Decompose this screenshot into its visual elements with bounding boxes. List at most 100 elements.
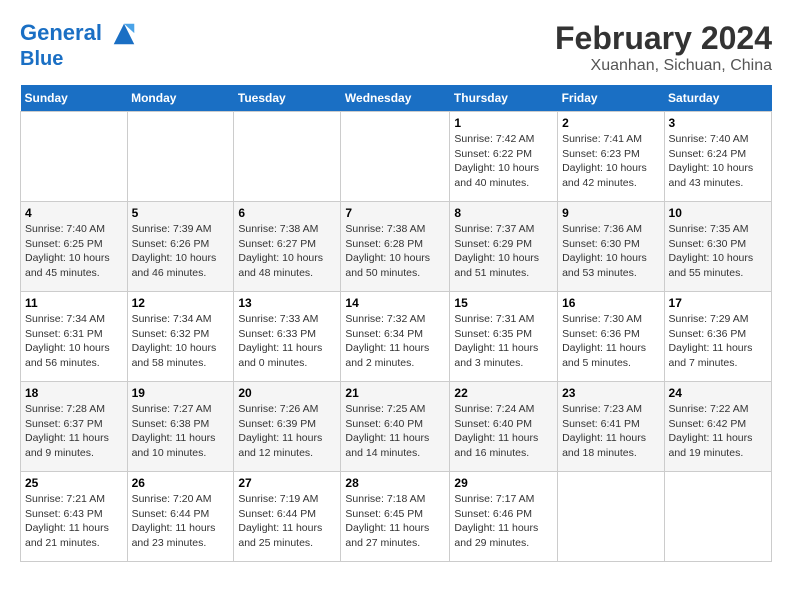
calendar-cell: [21, 112, 128, 202]
day-info: Sunrise: 7:37 AMSunset: 6:29 PMDaylight:…: [454, 222, 553, 281]
calendar-cell: 16Sunrise: 7:30 AMSunset: 6:36 PMDayligh…: [558, 292, 664, 382]
day-info: Sunrise: 7:38 AMSunset: 6:27 PMDaylight:…: [238, 222, 336, 281]
calendar-cell: 1 Sunrise: 7:42 AMSunset: 6:22 PMDaylight…: [450, 112, 558, 202]
calendar-cell: 27 Sunrise: 7:19 AMSunset: 6:44 PMDayligh…: [234, 472, 341, 562]
calendar-table: SundayMondayTuesdayWednesdayThursdayFrid…: [20, 85, 772, 562]
day-info: Sunrise: 7:32 AMSunset: 6:34 PMDaylight:…: [345, 312, 445, 371]
day-info: Sunrise: 7:25 AMSunset: 6:40 PMDaylight:…: [345, 402, 445, 461]
week-row-3: 11Sunrise: 7:34 AMSunset: 6:31 PMDayligh…: [21, 292, 772, 382]
day-info: Sunrise: 7:23 AMSunset: 6:41 PMDaylight:…: [562, 402, 659, 461]
calendar-cell: 17Sunrise: 7:29 AMSunset: 6:36 PMDayligh…: [664, 292, 771, 382]
week-row-5: 25Sunrise: 7:21 AMSunset: 6:43 PMDayligh…: [21, 472, 772, 562]
calendar-cell: 21 Sunrise: 7:25 AMSunset: 6:40 PMDayligh…: [341, 382, 450, 472]
calendar-cell: 10 Sunrise: 7:35 AMSunset: 6:30 PMDayligh…: [664, 202, 771, 292]
day-number: 2: [562, 116, 659, 130]
page-header: General Blue February 2024 Xuanhan, Sich…: [20, 20, 772, 75]
day-info: Sunrise: 7:19 AMSunset: 6:44 PMDaylight:…: [238, 492, 336, 551]
day-info: Sunrise: 7:41 AMSunset: 6:23 PMDaylight:…: [562, 132, 659, 191]
calendar-cell: [234, 112, 341, 202]
day-info: Sunrise: 7:27 AMSunset: 6:38 PMDaylight:…: [132, 402, 230, 461]
calendar-cell: 13 Sunrise: 7:33 AMSunset: 6:33 PMDayligh…: [234, 292, 341, 382]
day-number: 5: [132, 206, 230, 220]
calendar-cell: 22Sunrise: 7:24 AMSunset: 6:40 PMDayligh…: [450, 382, 558, 472]
day-number: 21: [345, 386, 445, 400]
calendar-cell: 9 Sunrise: 7:36 AMSunset: 6:30 PMDaylight…: [558, 202, 664, 292]
day-number: 6: [238, 206, 336, 220]
day-number: 23: [562, 386, 659, 400]
day-info: Sunrise: 7:18 AMSunset: 6:45 PMDaylight:…: [345, 492, 445, 551]
calendar-cell: 25Sunrise: 7:21 AMSunset: 6:43 PMDayligh…: [21, 472, 128, 562]
day-number: 20: [238, 386, 336, 400]
day-info: Sunrise: 7:30 AMSunset: 6:36 PMDaylight:…: [562, 312, 659, 371]
day-number: 28: [345, 476, 445, 490]
calendar-cell: 3Sunrise: 7:40 AMSunset: 6:24 PMDaylight…: [664, 112, 771, 202]
calendar-cell: [127, 112, 234, 202]
calendar-cell: 28 Sunrise: 7:18 AMSunset: 6:45 PMDayligh…: [341, 472, 450, 562]
day-info: Sunrise: 7:42 AMSunset: 6:22 PMDaylight:…: [454, 132, 553, 191]
day-number: 22: [454, 386, 553, 400]
calendar-cell: 15 Sunrise: 7:31 AMSunset: 6:35 PMDayligh…: [450, 292, 558, 382]
day-number: 18: [25, 386, 123, 400]
calendar-cell: 5 Sunrise: 7:39 AMSunset: 6:26 PMDaylight…: [127, 202, 234, 292]
day-number: 24: [669, 386, 767, 400]
day-info: Sunrise: 7:36 AMSunset: 6:30 PMDaylight:…: [562, 222, 659, 281]
day-header-thursday: Thursday: [450, 85, 558, 112]
day-info: Sunrise: 7:17 AMSunset: 6:46 PMDaylight:…: [454, 492, 553, 551]
calendar-cell: [664, 472, 771, 562]
day-number: 8: [454, 206, 553, 220]
week-row-1: 1 Sunrise: 7:42 AMSunset: 6:22 PMDaylight…: [21, 112, 772, 202]
day-info: Sunrise: 7:38 AMSunset: 6:28 PMDaylight:…: [345, 222, 445, 281]
calendar-cell: 4Sunrise: 7:40 AMSunset: 6:25 PMDaylight…: [21, 202, 128, 292]
day-info: Sunrise: 7:34 AMSunset: 6:32 PMDaylight:…: [132, 312, 230, 371]
day-header-wednesday: Wednesday: [341, 85, 450, 112]
calendar-cell: 18Sunrise: 7:28 AMSunset: 6:37 PMDayligh…: [21, 382, 128, 472]
day-number: 12: [132, 296, 230, 310]
day-number: 9: [562, 206, 659, 220]
calendar-cell: 19Sunrise: 7:27 AMSunset: 6:38 PMDayligh…: [127, 382, 234, 472]
sub-title: Xuanhan, Sichuan, China: [555, 57, 772, 75]
calendar-cell: 11Sunrise: 7:34 AMSunset: 6:31 PMDayligh…: [21, 292, 128, 382]
day-number: 15: [454, 296, 553, 310]
calendar-cell: 29 Sunrise: 7:17 AMSunset: 6:46 PMDayligh…: [450, 472, 558, 562]
calendar-cell: 6 Sunrise: 7:38 AMSunset: 6:27 PMDaylight…: [234, 202, 341, 292]
day-info: Sunrise: 7:26 AMSunset: 6:39 PMDaylight:…: [238, 402, 336, 461]
calendar-cell: [341, 112, 450, 202]
day-number: 1: [454, 116, 553, 130]
day-info: Sunrise: 7:31 AMSunset: 6:35 PMDaylight:…: [454, 312, 553, 371]
calendar-cell: 2 Sunrise: 7:41 AMSunset: 6:23 PMDaylight…: [558, 112, 664, 202]
calendar-cell: 7 Sunrise: 7:38 AMSunset: 6:28 PMDaylight…: [341, 202, 450, 292]
day-number: 3: [669, 116, 767, 130]
calendar-cell: 12 Sunrise: 7:34 AMSunset: 6:32 PMDayligh…: [127, 292, 234, 382]
day-info: Sunrise: 7:29 AMSunset: 6:36 PMDaylight:…: [669, 312, 767, 371]
day-header-friday: Friday: [558, 85, 664, 112]
logo: General Blue: [20, 20, 138, 70]
calendar-cell: 14Sunrise: 7:32 AMSunset: 6:34 PMDayligh…: [341, 292, 450, 382]
day-info: Sunrise: 7:22 AMSunset: 6:42 PMDaylight:…: [669, 402, 767, 461]
logo-blue: Blue: [20, 48, 138, 70]
day-info: Sunrise: 7:33 AMSunset: 6:33 PMDaylight:…: [238, 312, 336, 371]
day-number: 26: [132, 476, 230, 490]
day-header-monday: Monday: [127, 85, 234, 112]
calendar-cell: 24 Sunrise: 7:22 AMSunset: 6:42 PMDayligh…: [664, 382, 771, 472]
day-header-sunday: Sunday: [21, 85, 128, 112]
day-number: 10: [669, 206, 767, 220]
logo-text: General: [20, 20, 138, 48]
day-number: 7: [345, 206, 445, 220]
day-number: 13: [238, 296, 336, 310]
day-number: 4: [25, 206, 123, 220]
day-header-saturday: Saturday: [664, 85, 771, 112]
title-block: February 2024 Xuanhan, Sichuan, China: [555, 20, 772, 75]
header-row: SundayMondayTuesdayWednesdayThursdayFrid…: [21, 85, 772, 112]
day-number: 27: [238, 476, 336, 490]
week-row-4: 18Sunrise: 7:28 AMSunset: 6:37 PMDayligh…: [21, 382, 772, 472]
calendar-body: 1 Sunrise: 7:42 AMSunset: 6:22 PMDaylight…: [21, 112, 772, 562]
week-row-2: 4Sunrise: 7:40 AMSunset: 6:25 PMDaylight…: [21, 202, 772, 292]
calendar-header: SundayMondayTuesdayWednesdayThursdayFrid…: [21, 85, 772, 112]
day-header-tuesday: Tuesday: [234, 85, 341, 112]
day-number: 29: [454, 476, 553, 490]
day-info: Sunrise: 7:39 AMSunset: 6:26 PMDaylight:…: [132, 222, 230, 281]
day-info: Sunrise: 7:21 AMSunset: 6:43 PMDaylight:…: [25, 492, 123, 551]
day-info: Sunrise: 7:35 AMSunset: 6:30 PMDaylight:…: [669, 222, 767, 281]
calendar-cell: 8 Sunrise: 7:37 AMSunset: 6:29 PMDaylight…: [450, 202, 558, 292]
day-info: Sunrise: 7:34 AMSunset: 6:31 PMDaylight:…: [25, 312, 123, 371]
